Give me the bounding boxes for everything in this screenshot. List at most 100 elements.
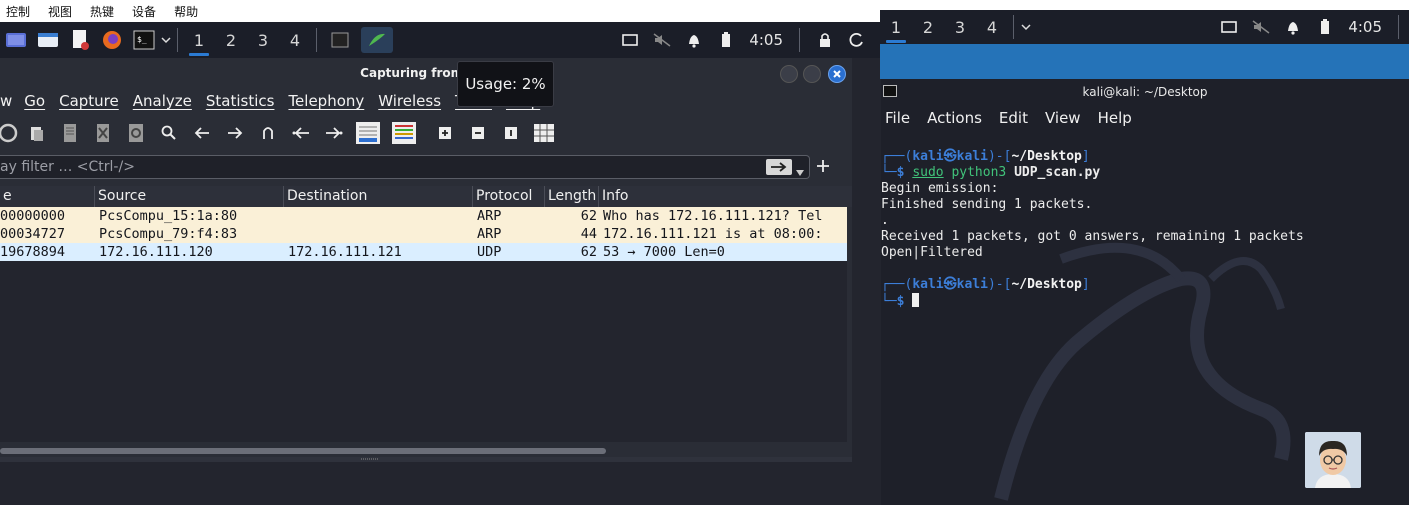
prompt-corner: └─ <box>881 165 897 180</box>
prompt-bracket: ] <box>1081 277 1090 292</box>
maximize-button[interactable] <box>803 65 821 83</box>
menu-telephony[interactable]: Telephony <box>288 92 364 110</box>
prompt-user: kali <box>912 149 944 164</box>
column-info[interactable]: Info <box>599 186 852 207</box>
column-time[interactable]: e <box>0 186 95 207</box>
close-button[interactable] <box>828 65 846 83</box>
panel-separator <box>799 28 800 52</box>
host-menu-help[interactable]: 帮助 <box>174 3 198 20</box>
apply-filter-icon[interactable] <box>766 159 792 175</box>
file-manager-icon[interactable] <box>35 27 61 53</box>
prompt-dollar: $ <box>896 294 913 309</box>
logout-icon[interactable] <box>848 31 866 49</box>
battery-icon[interactable] <box>1316 18 1334 36</box>
table-row[interactable]: 19678894 172.16.111.120 172.16.111.121 U… <box>0 243 847 261</box>
packet-time: 19678894 <box>0 244 66 260</box>
menu-statistics[interactable]: Statistics <box>206 92 275 110</box>
minimize-button[interactable] <box>780 65 798 83</box>
colorize-icon[interactable] <box>386 118 422 148</box>
show-desktop-icon[interactable] <box>3 27 29 53</box>
table-row[interactable]: 00034727 PcsCompu_79:f4:83 ARP 44 172.16… <box>0 225 847 243</box>
close-file-icon[interactable] <box>86 118 119 148</box>
go-to-packet-icon[interactable] <box>251 118 284 148</box>
reload-file-icon[interactable] <box>119 118 152 148</box>
workspace-2[interactable]: 2 <box>215 23 247 57</box>
chevron-down-icon[interactable] <box>160 31 172 49</box>
zoom-out-icon[interactable] <box>461 118 494 148</box>
menu-wireless[interactable]: Wireless <box>378 92 441 110</box>
workspace-1[interactable]: 1 <box>880 10 912 44</box>
scroll-thumb[interactable] <box>0 448 606 454</box>
column-length[interactable]: Length <box>545 186 599 207</box>
host-menu-hotkeys[interactable]: 热键 <box>90 3 114 20</box>
clock[interactable]: 4:05 <box>749 31 783 49</box>
table-row[interactable]: 00000000 PcsCompu_15:1a:80 ARP 62 Who ha… <box>0 207 847 225</box>
network-icon[interactable] <box>1220 18 1238 36</box>
open-file-icon[interactable] <box>20 118 53 148</box>
host-menu-devices[interactable]: 设备 <box>132 3 156 20</box>
last-packet-icon[interactable] <box>317 118 350 148</box>
host-menu-view[interactable]: 视图 <box>48 3 72 20</box>
go-back-icon[interactable] <box>185 118 218 148</box>
workspace-3[interactable]: 3 <box>247 23 279 57</box>
first-packet-icon[interactable] <box>284 118 317 148</box>
workspace-4[interactable]: 4 <box>976 10 1008 44</box>
zoom-in-icon[interactable] <box>428 118 461 148</box>
menu-analyze[interactable]: Analyze <box>133 92 192 110</box>
main-toolbar <box>0 114 852 152</box>
prompt-dir: ~/Desktop <box>1011 277 1082 292</box>
chevron-down-icon[interactable] <box>1019 18 1033 36</box>
clock[interactable]: 4:05 <box>1348 18 1382 36</box>
save-file-icon[interactable] <box>53 118 86 148</box>
notifications-icon[interactable] <box>685 31 703 49</box>
terminal-launcher-icon[interactable]: $_ <box>131 27 157 53</box>
display-filter-input[interactable]: ay filter … <Ctrl-/> <box>0 155 810 179</box>
filter-dropdown-icon[interactable] <box>796 164 804 180</box>
prompt-bracket: )-[ <box>987 277 1012 292</box>
terminal-output[interactable]: ┌──(kali㉿kali)-[~/Desktop] └─$ sudo pyth… <box>881 149 1409 310</box>
prompt-bracket: )-[ <box>987 149 1012 164</box>
workspace-2[interactable]: 2 <box>912 10 944 44</box>
prompt-dollar: $ <box>896 165 913 180</box>
battery-icon[interactable] <box>717 31 735 49</box>
normal-size-icon[interactable] <box>494 118 527 148</box>
autoscroll-icon[interactable] <box>350 118 386 148</box>
packet-list-vscroll[interactable] <box>847 207 852 445</box>
prompt-bracket: ] <box>1081 149 1090 164</box>
packet-list-hscroll[interactable] <box>0 445 852 457</box>
resize-columns-icon[interactable] <box>527 118 560 148</box>
output-line: Open|Filtered <box>881 245 983 260</box>
volume-muted-icon[interactable] <box>1252 18 1270 36</box>
terminal-task-icon[interactable] <box>325 27 355 53</box>
notifications-icon[interactable] <box>1284 18 1302 36</box>
network-icon[interactable] <box>621 31 639 49</box>
workspace-1[interactable]: 1 <box>183 23 215 57</box>
taskbar-right: 1 2 3 4 4:05 <box>880 10 1409 44</box>
menu-view[interactable]: w <box>0 92 12 110</box>
packet-length: 62 <box>580 244 597 260</box>
host-menubar: 控制 视图 热键 设备 帮助 <box>0 0 880 22</box>
text-editor-icon[interactable] <box>67 27 93 53</box>
host-top-strip <box>880 0 1409 10</box>
prompt-user: kali <box>912 277 944 292</box>
firefox-icon[interactable] <box>99 27 125 53</box>
menu-capture[interactable]: Capture <box>59 92 119 110</box>
workspace-3[interactable]: 3 <box>944 10 976 44</box>
add-filter-button-icon[interactable] <box>815 158 831 174</box>
volume-muted-icon[interactable] <box>653 31 671 49</box>
column-source[interactable]: Source <box>95 186 284 207</box>
workspace-4[interactable]: 4 <box>279 23 311 57</box>
packet-length: 44 <box>580 226 597 242</box>
prompt-dir: ~/Desktop <box>1011 149 1082 164</box>
column-destination[interactable]: Destination <box>284 186 473 207</box>
column-protocol[interactable]: Protocol <box>473 186 545 207</box>
avatar <box>1305 432 1361 488</box>
go-forward-icon[interactable] <box>218 118 251 148</box>
close-icon <box>833 70 841 78</box>
menu-go[interactable]: Go <box>24 92 45 110</box>
host-menu-control[interactable]: 控制 <box>6 3 30 20</box>
find-packet-icon[interactable] <box>152 118 185 148</box>
lock-icon[interactable] <box>816 31 834 49</box>
capture-options-icon[interactable] <box>0 118 20 148</box>
wireshark-task-icon[interactable] <box>361 27 393 53</box>
